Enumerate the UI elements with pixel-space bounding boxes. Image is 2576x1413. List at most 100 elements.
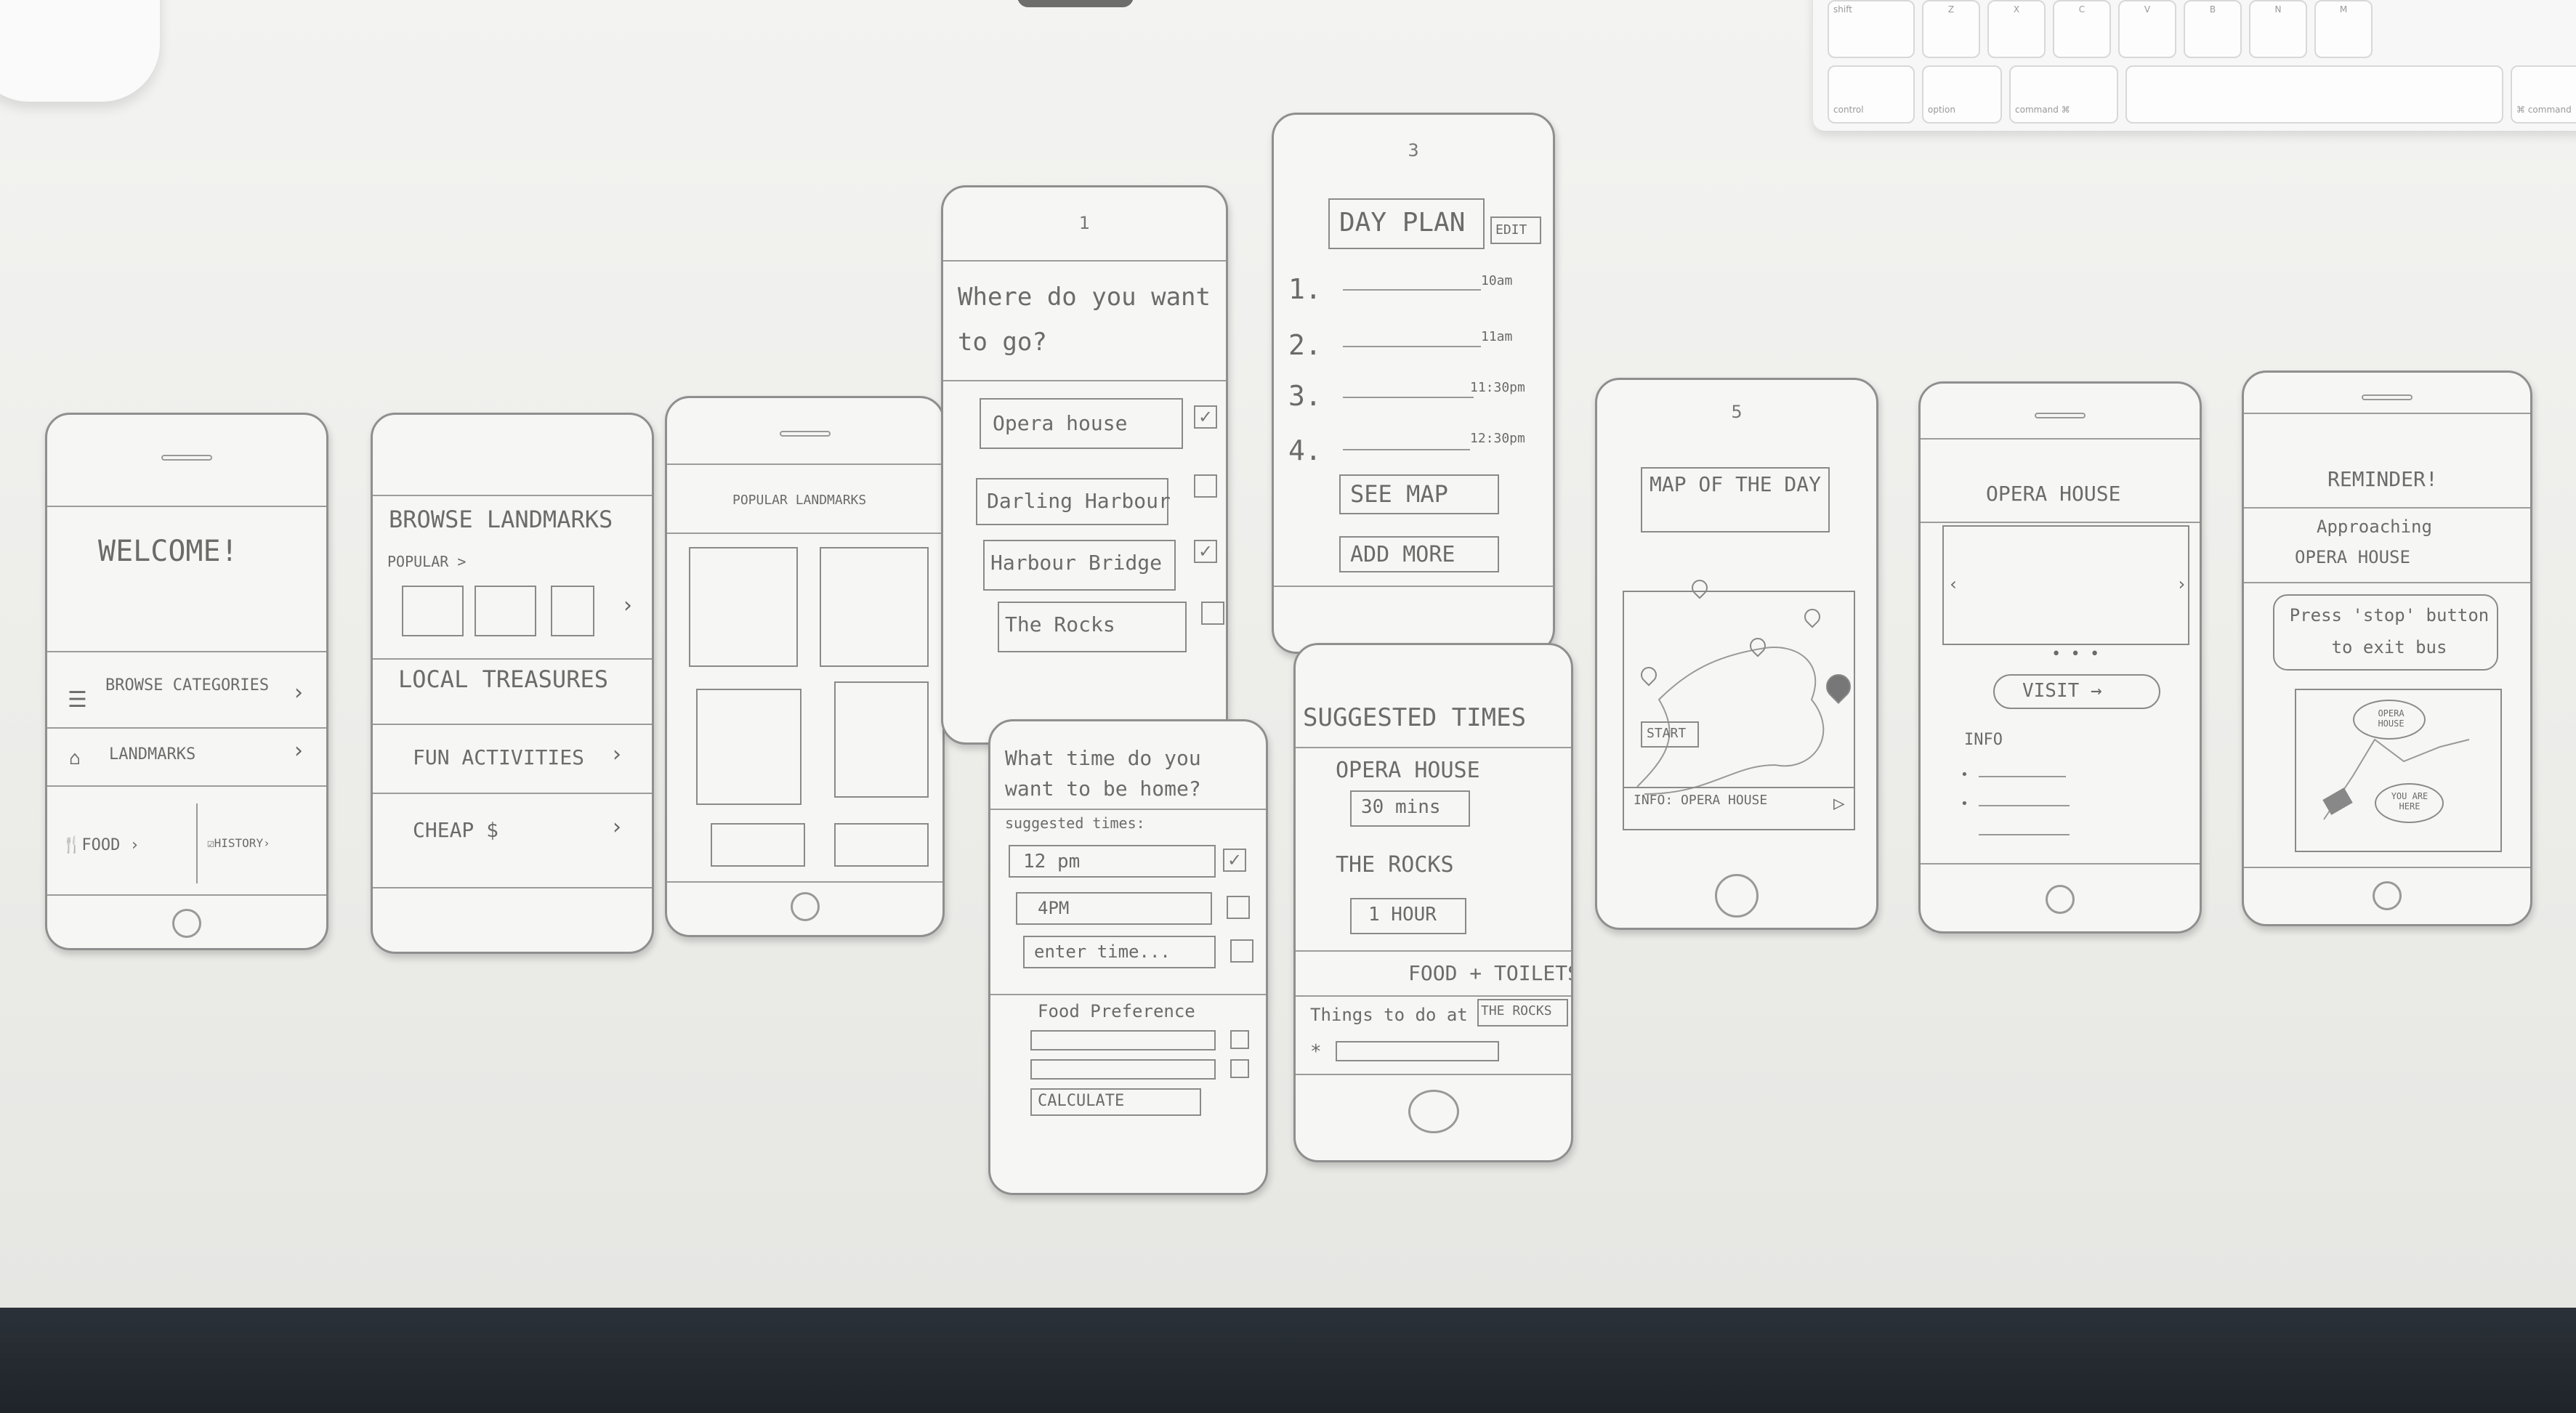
play-icon: ▷ <box>1833 793 1845 814</box>
reminder-title: REMINDER! <box>2327 467 2438 491</box>
plan-item-number: 2. <box>1288 329 1322 361</box>
day-plan-title: DAY PLAN <box>1339 208 1466 238</box>
start-label: START <box>1647 726 1687 741</box>
time-label: 12 pm <box>1023 851 1081 873</box>
plan-item-number: 1. <box>1288 273 1322 305</box>
chevron-right-icon: › <box>623 593 632 618</box>
cheap-link: CHEAP $ <box>413 818 499 842</box>
paper-phone-time: What time do you want to be home? sugges… <box>988 719 1268 1195</box>
calculate-label: CALCULATE <box>1038 1092 1125 1110</box>
image-carousel[interactable] <box>1942 525 2189 645</box>
where-question: Where do you want to go? <box>958 283 1211 357</box>
landmark-tile <box>711 823 805 867</box>
browse-title: BROWSE LANDMARKS <box>389 506 613 533</box>
paper-phone-opera: OPERA HOUSE ‹ › • • • VISIT → INFO • • <box>1918 381 2202 934</box>
popular-label: POPULAR > <box>387 553 467 570</box>
checkbox-icon[interactable] <box>1230 1030 1249 1049</box>
food-field[interactable] <box>1030 1030 1216 1050</box>
landmark-tile <box>820 547 929 667</box>
checkbox-icon[interactable] <box>1230 939 1253 963</box>
chevron-left-icon[interactable]: ‹ <box>1948 574 1958 594</box>
screen-number: 5 <box>1731 402 1743 422</box>
thumbnail <box>551 586 594 636</box>
key-space <box>2125 65 2503 124</box>
see-map-label: SEE MAP <box>1350 480 1448 508</box>
landmark-tile <box>689 547 798 667</box>
duration-value: 30 mins <box>1361 796 1441 818</box>
history-link: ☑HISTORY› <box>207 836 270 850</box>
checkbox-icon[interactable]: ✓ <box>1194 405 1217 429</box>
checkbox-icon[interactable]: ✓ <box>1194 540 1217 563</box>
key-n: N <box>2249 0 2307 58</box>
landmarks-link: LANDMARKS <box>109 745 196 764</box>
landmark-tile <box>834 681 929 798</box>
landmark-tile <box>696 689 802 805</box>
suggested-times-label: suggested times: <box>1005 814 1145 832</box>
destination-label: Harbour Bridge <box>990 551 1163 575</box>
things-label: Things to do at <box>1310 1005 1468 1025</box>
plan-item-number: 4. <box>1288 434 1322 466</box>
food-toilets-link: FOOD + TOILETS <box>1408 961 1573 985</box>
speaker <box>779 431 831 437</box>
add-more-label: ADD MORE <box>1350 542 1455 567</box>
home-button <box>1715 874 1759 918</box>
home-button <box>790 892 820 921</box>
hamburger-icon: ☰ <box>68 687 87 713</box>
paper-phone-map: 5 MAP OF THE DAY START INFO: OPERA HOUSE… <box>1595 378 1878 930</box>
checkbox-icon[interactable] <box>1194 474 1217 498</box>
local-treasures-link: LOCAL TREASURES <box>398 665 608 693</box>
duration-value: 1 HOUR <box>1368 904 1437 926</box>
home-button <box>1408 1090 1459 1133</box>
edit-label: EDIT <box>1495 222 1527 238</box>
food-field[interactable] <box>1030 1059 1216 1080</box>
key-control: control <box>1828 65 1915 124</box>
screen-number: 3 <box>1408 140 1419 161</box>
opera-title: OPERA HOUSE <box>1986 482 2121 506</box>
food-link: 🍴FOOD › <box>62 836 140 854</box>
fun-activities-link: FUN ACTIVITIES <box>413 745 585 769</box>
checkbox-icon[interactable]: ✓ <box>1223 849 1246 872</box>
home-button <box>172 909 201 938</box>
place-label: OPERA HOUSE <box>1336 758 1480 783</box>
things-place: THE ROCKS <box>1481 1003 1552 1019</box>
paper-phone-suggested: SUGGESTED TIMES OPERA HOUSE 30 mins THE … <box>1293 643 1573 1162</box>
plan-item-time: 10am <box>1481 273 1513 288</box>
plan-item-number: 3. <box>1288 380 1322 412</box>
key-c: C <box>2053 0 2111 58</box>
chevron-right-icon[interactable]: › <box>2176 574 2187 594</box>
chevron-right-icon: › <box>294 738 303 764</box>
visit-label: VISIT → <box>2022 680 2102 702</box>
things-field <box>1336 1041 1499 1061</box>
carousel-dots: • • • <box>2051 645 2100 663</box>
checkbox-icon[interactable] <box>1201 602 1224 625</box>
key-x: X <box>1987 0 2046 58</box>
destination-label: The Rocks <box>1005 612 1115 636</box>
time-label: 4PM <box>1038 898 1070 918</box>
chevron-right-icon: › <box>613 814 621 840</box>
landmark-tile <box>834 823 929 867</box>
time-entry-placeholder: enter time... <box>1034 942 1171 962</box>
speaker <box>161 455 212 461</box>
welcome-title: WELCOME! <box>98 535 238 568</box>
key-m: M <box>2314 0 2373 58</box>
paper-phone-welcome: WELCOME! ☰ BROWSE CATEGORIES › ⌂ LANDMAR… <box>45 413 328 950</box>
place-label: THE ROCKS <box>1336 852 1454 878</box>
checkbox-icon[interactable] <box>1230 1059 1249 1078</box>
opera-house-bubble-label: OPERA HOUSE <box>2378 708 2405 729</box>
chevron-right-icon: › <box>613 742 621 767</box>
popular-title: POPULAR LANDMARKS <box>732 493 867 508</box>
time-question: What time do you want to be home? <box>1005 746 1201 801</box>
paper-phone-where: 1 Where do you want to go? Opera house ✓… <box>941 185 1228 745</box>
key-b: B <box>2184 0 2242 58</box>
browse-categories-link: BROWSE CATEGORIES <box>105 676 270 695</box>
key-shift: shift <box>1828 0 1915 58</box>
paper-phone-reminder: REMINDER! Approaching OPERA HOUSE Press … <box>2242 371 2532 926</box>
chevron-right-icon: › <box>294 680 303 705</box>
plan-item-time: 11:30pm <box>1470 380 1525 395</box>
approaching-label: Approaching <box>2317 517 2432 537</box>
key-command-left: command ⌘ <box>2009 65 2118 124</box>
thumbnail <box>402 586 464 636</box>
thumbnail <box>475 586 536 636</box>
you-are-here-label: YOU ARE HERE <box>2391 791 2428 811</box>
checkbox-icon[interactable] <box>1227 896 1250 919</box>
